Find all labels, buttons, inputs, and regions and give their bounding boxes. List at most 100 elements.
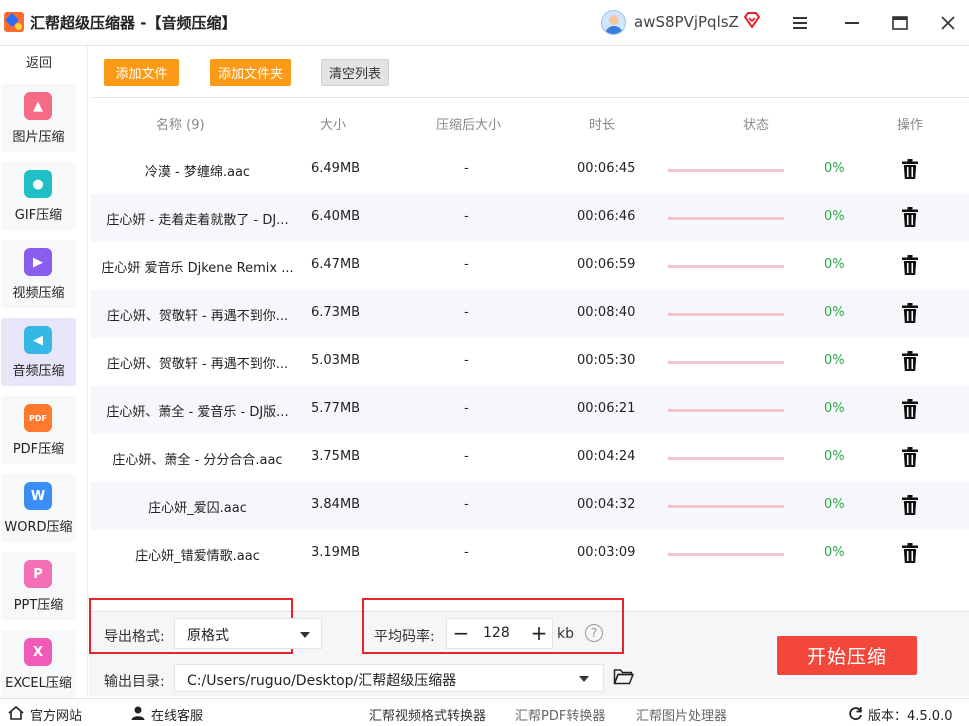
- table-row[interactable]: 庄心妍_错爱情歌.aac 3.19MB - 00:03:09 0%: [91, 530, 969, 578]
- delete-trash-icon[interactable]: [902, 207, 918, 227]
- sidebar-item[interactable]: ▶ 视频压缩: [1, 240, 76, 308]
- delete-trash-icon[interactable]: [902, 399, 918, 419]
- header-size: 大小: [320, 118, 347, 133]
- progress-bar: [668, 457, 784, 460]
- progress-percent: 0%: [824, 449, 845, 464]
- delete-trash-icon[interactable]: [902, 495, 918, 515]
- delete-trash-icon[interactable]: [902, 351, 918, 371]
- maximize-icon[interactable]: [888, 11, 912, 35]
- sidebar-item[interactable]: ▲ 图片压缩: [1, 84, 76, 152]
- sidebar-item[interactable]: ● GIF压缩: [1, 162, 76, 230]
- plus-icon[interactable]: +: [529, 623, 549, 643]
- sidebar-item[interactable]: X EXCEL压缩: [1, 630, 76, 698]
- progress-bar: [668, 553, 784, 556]
- sidebar-item[interactable]: PDF PDF压缩: [1, 396, 76, 464]
- vip-diamond-icon[interactable]: [743, 11, 761, 29]
- pdf-converter-link[interactable]: 汇帮PDF转换器: [515, 705, 605, 724]
- chevron-down-icon: [579, 676, 589, 682]
- back-button[interactable]: 返回: [0, 52, 78, 71]
- delete-trash-icon[interactable]: [902, 303, 918, 323]
- website-link[interactable]: 官方网站: [30, 705, 82, 724]
- table-row[interactable]: 庄心妍 爱音乐 Djkene Remix ... 6.47MB - 00:06:59 0…: [91, 242, 969, 290]
- progress-percent: 0%: [824, 305, 845, 320]
- word-icon-glyph: W: [30, 488, 46, 504]
- table-row[interactable]: 庄心妍、萧全 - 分分合合.aac 3.75MB - 00:04:24 0%: [91, 434, 969, 482]
- clear-list-button[interactable]: 清空列表: [321, 59, 389, 86]
- sidebar-item[interactable]: W WORD压缩: [1, 474, 76, 542]
- home-icon: [8, 706, 24, 720]
- duration: 00:03:09: [577, 545, 636, 560]
- support-icon: [131, 706, 145, 720]
- bitrate-stepper[interactable]: − 128 +: [446, 618, 553, 649]
- footer-bar: 官方网站 在线客服 汇帮视频格式转换器 汇帮PDF转换器 汇帮图片处理器 版本：…: [0, 698, 969, 726]
- username[interactable]: awS8PVjPqlsZ: [634, 13, 739, 31]
- table-row[interactable]: 庄心妍、贺敬轩 - 再遇不到你... 5.03MB - 00:05:30 0%: [91, 338, 969, 386]
- audio-icon-glyph: ◀: [33, 332, 43, 348]
- compressed-size: -: [464, 545, 469, 560]
- video-icon-glyph: ▶: [33, 254, 43, 270]
- minimize-icon[interactable]: [840, 11, 864, 35]
- file-size: 6.49MB: [311, 161, 361, 176]
- close-icon[interactable]: [936, 11, 960, 35]
- sidebar-item[interactable]: ◀ 音频压缩: [1, 318, 76, 386]
- delete-trash-icon[interactable]: [902, 159, 918, 179]
- delete-trash-icon[interactable]: [902, 255, 918, 275]
- progress-bar: [668, 313, 784, 316]
- app-logo-icon: [4, 12, 24, 32]
- refresh-icon[interactable]: [848, 706, 863, 721]
- avatar[interactable]: [601, 10, 626, 35]
- progress-bar: [668, 409, 784, 412]
- delete-trash-icon[interactable]: [902, 447, 918, 467]
- table-row[interactable]: 庄心妍 - 走着走着就散了 - DJ... 6.40MB - 00:06:46 0%: [91, 194, 969, 242]
- sidebar-item-label: GIF压缩: [14, 208, 63, 223]
- progress-percent: 0%: [824, 497, 845, 512]
- output-path-select[interactable]: C:/Users/ruguo/Desktop/汇帮超级压缩器: [174, 664, 604, 692]
- folder-icon[interactable]: [613, 668, 634, 686]
- file-name: 庄心妍 - 走着走着就散了 - DJ...: [106, 213, 289, 228]
- file-size: 3.75MB: [311, 449, 361, 464]
- file-size: 3.84MB: [311, 497, 361, 512]
- add-folder-button[interactable]: 添加文件夹: [210, 59, 291, 86]
- sidebar-item-label: EXCEL压缩: [5, 676, 72, 691]
- format-label: 导出格式:: [104, 629, 165, 645]
- file-size: 5.77MB: [311, 401, 361, 416]
- support-link[interactable]: 在线客服: [151, 705, 203, 724]
- table-header: 名称 (9) 大小 压缩后大小 时长 状态 操作: [91, 98, 969, 145]
- progress-percent: 0%: [824, 257, 845, 272]
- menu-icon[interactable]: [788, 11, 812, 35]
- video-converter-link[interactable]: 汇帮视频格式转换器: [369, 705, 486, 724]
- file-name: 庄心妍_爱囚.aac: [148, 501, 247, 516]
- pdf-icon: PDF: [24, 404, 52, 432]
- file-name: 庄心妍、贺敬轩 - 再遇不到你...: [106, 357, 289, 372]
- bitrate-value[interactable]: 128: [483, 625, 510, 641]
- table-row[interactable]: 庄心妍、萧全 - 爱音乐 - DJ版... 5.77MB - 00:06:21 0%: [91, 386, 969, 434]
- app-window: 汇帮超级压缩器 -【音频压缩】 awS8PVjPqlsZ 返回 ▲ 图片压缩 ● GI…: [0, 0, 969, 726]
- file-size: 6.73MB: [311, 305, 361, 320]
- ppt-icon-glyph: P: [33, 566, 43, 582]
- minus-icon[interactable]: −: [451, 623, 471, 643]
- table-row[interactable]: 庄心妍_爱囚.aac 3.84MB - 00:04:32 0%: [91, 482, 969, 530]
- file-table: 名称 (9) 大小 压缩后大小 时长 状态 操作 冷漠 - 梦缠绵.aac 6.4…: [91, 97, 969, 611]
- delete-trash-icon[interactable]: [902, 543, 918, 563]
- chevron-down-icon: [300, 632, 310, 638]
- help-icon[interactable]: ?: [585, 624, 603, 642]
- file-name: 庄心妍_错爱情歌.aac: [135, 549, 260, 564]
- table-row[interactable]: 冷漠 - 梦缠绵.aac 6.49MB - 00:06:45 0%: [91, 146, 969, 194]
- duration: 00:05:30: [577, 353, 636, 368]
- compressed-size: -: [464, 401, 469, 416]
- progress-percent: 0%: [824, 353, 845, 368]
- image-processor-link[interactable]: 汇帮图片处理器: [636, 705, 727, 724]
- compressed-size: -: [464, 305, 469, 320]
- sidebar-item[interactable]: P PPT压缩: [1, 552, 76, 620]
- bitrate-label: 平均码率:: [374, 629, 435, 645]
- word-icon: W: [24, 482, 52, 510]
- start-compress-button[interactable]: 开始压缩: [777, 636, 917, 675]
- format-value: 原格式: [187, 628, 229, 644]
- table-row[interactable]: 庄心妍、贺敬轩 - 再遇不到你... 6.73MB - 00:08:40 0%: [91, 290, 969, 338]
- format-select[interactable]: 原格式: [174, 618, 322, 649]
- title-bar: 汇帮超级压缩器 -【音频压缩】 awS8PVjPqlsZ: [0, 0, 969, 46]
- window-title: 汇帮超级压缩器 -【音频压缩】: [30, 14, 237, 32]
- duration: 00:08:40: [577, 305, 636, 320]
- bitrate-unit: kb: [557, 626, 574, 642]
- add-file-button[interactable]: 添加文件: [104, 59, 179, 86]
